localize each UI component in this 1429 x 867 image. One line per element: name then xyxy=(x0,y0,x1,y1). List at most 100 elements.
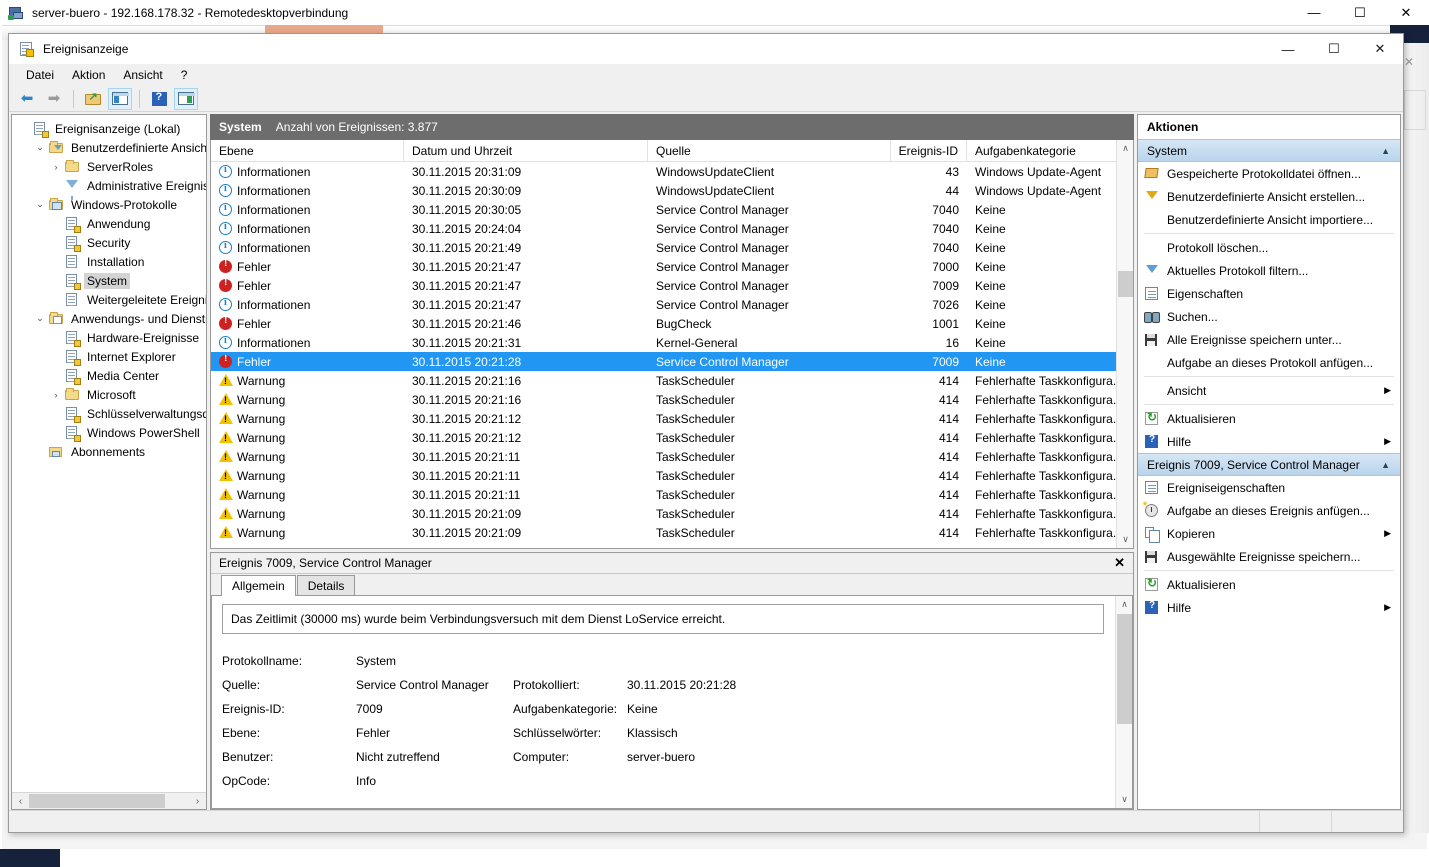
back-icon[interactable]: ⬅ xyxy=(15,88,39,110)
event-list-rows[interactable]: Informationen 30.11.2015 20:31:09 WindowsU… xyxy=(211,162,1133,548)
column-header-datum[interactable]: Datum und Uhrzeit xyxy=(404,140,648,161)
tree-item-administrative-ereignisse[interactable]: Administrative Ereignisse xyxy=(12,176,206,200)
menu-ansicht[interactable]: Ansicht xyxy=(114,66,171,84)
column-header-aufgabenkategorie[interactable]: Aufgabenkategorie xyxy=(967,140,1133,161)
event-row[interactable]: Informationen 30.11.2015 20:30:09 WindowsU… xyxy=(211,181,1133,200)
event-row[interactable]: Informationen 30.11.2015 20:24:04 Service … xyxy=(211,219,1133,238)
menu-aktion[interactable]: Aktion xyxy=(63,66,114,84)
event-row[interactable]: Informationen 30.11.2015 20:31:09 WindowsU… xyxy=(211,162,1133,181)
detail-scroll-up-arrow[interactable]: ∧ xyxy=(1116,596,1132,613)
tree-scroll-right-arrow[interactable]: › xyxy=(189,793,206,809)
event-row[interactable]: Informationen 30.11.2015 20:21:49 Service … xyxy=(211,238,1133,257)
event-row[interactable]: Warnung 30.11.2015 20:21:09 TaskScheduler 4… xyxy=(211,504,1133,523)
action-item-alle-ereignisse-speichern-unter[interactable]: Alle Ereignisse speichern unter... xyxy=(1138,328,1400,351)
action-item-benutzerdefinierte-ansicht-erstellen[interactable]: Benutzerdefinierte Ansicht erstellen... xyxy=(1138,185,1400,208)
event-row[interactable]: Warnung 30.11.2015 20:21:11 TaskScheduler 4… xyxy=(211,466,1133,485)
collapse-icon[interactable]: ▲ xyxy=(1381,460,1390,470)
action-item-protokoll-l-schen[interactable]: Protokoll löschen... xyxy=(1138,236,1400,259)
action-item-aktuelles-protokoll-filtern[interactable]: Aktuelles Protokoll filtern... xyxy=(1138,259,1400,282)
event-row[interactable]: Warnung 30.11.2015 20:21:16 TaskScheduler 4… xyxy=(211,371,1133,390)
event-row[interactable]: Warnung 30.11.2015 20:21:12 TaskScheduler 4… xyxy=(211,409,1133,428)
minimize-button[interactable]: — xyxy=(1265,34,1311,64)
tree-scroll-left-arrow[interactable]: ‹ xyxy=(12,793,29,809)
action-item-eigenschaften[interactable]: Eigenschaften xyxy=(1138,282,1400,305)
chevron-right-icon[interactable]: › xyxy=(48,159,64,175)
up-folder-icon[interactable]: ↗ xyxy=(81,88,105,110)
detail-scroll-thumb[interactable] xyxy=(1117,614,1132,724)
tab-details[interactable]: Details xyxy=(296,575,356,595)
chevron-down-icon[interactable]: ⌄ xyxy=(32,197,48,213)
tree-item-abonnements[interactable]: Abonnements xyxy=(12,442,206,461)
rdp-close-button[interactable]: ✕ xyxy=(1383,0,1429,25)
tree-item-serverroles[interactable]: › ServerRoles xyxy=(12,157,206,176)
menu-datei[interactable]: Datei xyxy=(17,66,63,84)
actions-group-header[interactable]: Ereignis 7009, Service Control Manager ▲ xyxy=(1138,453,1400,476)
submenu-arrow-icon[interactable]: ▶ xyxy=(1384,385,1391,396)
menu-help[interactable]: ? xyxy=(172,66,197,84)
console-tree[interactable]: Ereignisanzeige (Lokal) ⌄ Benutzerdefinier… xyxy=(12,115,206,792)
event-list[interactable]: Ebene Datum und Uhrzeit Quelle Ereignis-… xyxy=(210,140,1134,549)
action-item-benutzerdefinierte-ansicht-importiere[interactable]: Benutzerdefinierte Ansicht importiere... xyxy=(1138,208,1400,231)
tree-item-schl-sselverwaltungsdienst[interactable]: Schlüsselverwaltungsdienst xyxy=(12,404,206,423)
column-header-ereignis-id[interactable]: Ereignis-ID xyxy=(891,140,967,161)
rdp-maximize-button[interactable]: ☐ xyxy=(1337,0,1383,25)
action-item-aufgabe-an-dieses-ereignis-anf-gen[interactable]: Aufgabe an dieses Ereignis anfügen... xyxy=(1138,499,1400,522)
help-icon[interactable]: ? xyxy=(147,88,171,110)
close-button[interactable]: ✕ xyxy=(1357,34,1403,64)
event-row[interactable]: Warnung 30.11.2015 20:21:11 TaskScheduler 4… xyxy=(211,447,1133,466)
action-item-suchen[interactable]: Suchen... xyxy=(1138,305,1400,328)
tree-item-hardware-ereignisse[interactable]: Hardware-Ereignisse xyxy=(12,328,206,347)
submenu-arrow-icon[interactable]: ▶ xyxy=(1384,528,1391,539)
submenu-arrow-icon[interactable]: ▶ xyxy=(1384,602,1391,613)
detail-vertical-scrollbar[interactable]: ∧ ∨ xyxy=(1115,596,1132,808)
tree-item-microsoft[interactable]: › Microsoft xyxy=(12,385,206,404)
chevron-down-icon[interactable]: ⌄ xyxy=(32,140,48,156)
action-item-aktualisieren[interactable]: Aktualisieren xyxy=(1138,573,1400,596)
action-item-aktualisieren[interactable]: Aktualisieren xyxy=(1138,407,1400,430)
list-scroll-up-arrow[interactable]: ∧ xyxy=(1117,140,1133,157)
tree-item-ereignisanzeige-lokal[interactable]: Ereignisanzeige (Lokal) xyxy=(12,119,206,138)
tree-item-system[interactable]: System xyxy=(12,271,206,290)
tree-item-internet-explorer[interactable]: Internet Explorer xyxy=(12,347,206,366)
chevron-right-icon[interactable]: › xyxy=(48,387,64,403)
tab-allgemein[interactable]: Allgemein xyxy=(221,575,296,596)
list-scroll-thumb[interactable] xyxy=(1118,271,1133,297)
tree-item-weitergeleitete-ereignisse[interactable]: Weitergeleitete Ereignisse xyxy=(12,290,206,309)
tree-horizontal-scrollbar[interactable]: ‹ › xyxy=(12,792,206,809)
action-item-aufgabe-an-dieses-protokoll-anf-gen[interactable]: Aufgabe an dieses Protokoll anfügen... xyxy=(1138,351,1400,374)
show-hide-action-pane-icon[interactable] xyxy=(174,87,198,110)
tree-item-anwendung[interactable]: Anwendung xyxy=(12,214,206,233)
maximize-button[interactable]: ☐ xyxy=(1311,34,1357,64)
event-row[interactable]: Warnung 30.11.2015 20:21:11 TaskScheduler 4… xyxy=(211,485,1133,504)
action-item-hilfe[interactable]: Hilfe ▶ xyxy=(1138,596,1400,619)
action-item-ereigniseigenschaften[interactable]: Ereigniseigenschaften xyxy=(1138,476,1400,499)
event-row[interactable]: Fehler 30.11.2015 20:21:47 Service Control… xyxy=(211,276,1133,295)
event-list-vertical-scrollbar[interactable]: ∧ ∨ xyxy=(1116,140,1133,548)
event-row[interactable]: Informationen 30.11.2015 20:21:47 Service … xyxy=(211,295,1133,314)
event-row[interactable]: Warnung 30.11.2015 20:21:12 TaskScheduler 4… xyxy=(211,428,1133,447)
forward-icon[interactable]: ➡ xyxy=(42,88,66,110)
tree-item-windows-protokolle[interactable]: ⌄ Windows-Protokolle xyxy=(12,195,206,214)
event-row[interactable]: Warnung 30.11.2015 20:21:09 TaskScheduler 4… xyxy=(211,523,1133,542)
collapse-icon[interactable]: ▲ xyxy=(1381,146,1390,156)
event-row[interactable]: Fehler 30.11.2015 20:21:28 Service Control… xyxy=(211,352,1133,371)
event-row[interactable]: Warnung 30.11.2015 20:21:16 TaskScheduler 4… xyxy=(211,390,1133,409)
show-hide-tree-icon[interactable] xyxy=(108,87,132,110)
detail-scroll-down-arrow[interactable]: ∨ xyxy=(1116,791,1132,808)
action-item-hilfe[interactable]: Hilfe ▶ xyxy=(1138,430,1400,453)
submenu-arrow-icon[interactable]: ▶ xyxy=(1384,436,1391,447)
column-header-quelle[interactable]: Quelle xyxy=(648,140,891,161)
column-header-ebene[interactable]: Ebene xyxy=(211,140,404,161)
tree-item-windows-powershell[interactable]: Windows PowerShell xyxy=(12,423,206,442)
tree-scroll-track[interactable] xyxy=(29,793,189,809)
detail-close-icon[interactable]: ✕ xyxy=(1114,555,1125,571)
event-row[interactable]: Informationen 30.11.2015 20:30:05 Service … xyxy=(211,200,1133,219)
chevron-down-icon[interactable]: ⌄ xyxy=(32,311,48,327)
list-scroll-down-arrow[interactable]: ∨ xyxy=(1117,531,1133,548)
tree-scroll-thumb[interactable] xyxy=(29,794,165,808)
event-row[interactable]: Fehler 30.11.2015 20:21:46 BugCheck 1001 Kei… xyxy=(211,314,1133,333)
action-item-ausgew-hlte-ereignisse-speichern[interactable]: Ausgewählte Ereignisse speichern... xyxy=(1138,545,1400,568)
action-item-ansicht[interactable]: Ansicht ▶ xyxy=(1138,379,1400,402)
tree-item-security[interactable]: Security xyxy=(12,233,206,252)
tree-item-anwendungs-und-dienstprotokolle[interactable]: ⌄ Anwendungs- und Dienstprotokolle xyxy=(12,309,206,328)
